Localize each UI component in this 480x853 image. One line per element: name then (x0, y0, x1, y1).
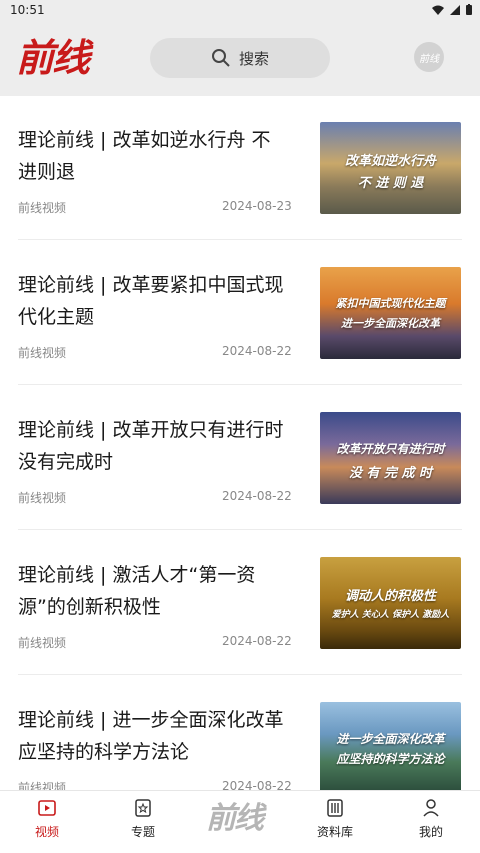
tab-video[interactable]: 视频 (7, 797, 87, 840)
article-source: 前线视频 (18, 346, 67, 360)
signal-icon (450, 4, 460, 15)
article-source: 前线视频 (18, 636, 67, 650)
list-item[interactable]: 理论前线 | 改革要紧扣中国式现代化主题 前线视频 2024-08-22 紧扣中… (0, 241, 480, 386)
search-icon (211, 49, 230, 67)
article-title: 理论前线 | 改革要紧扣中国式现代化主题 (18, 274, 284, 328)
user-icon (423, 799, 439, 817)
tab-library-label: 资料库 (316, 825, 353, 839)
tab-video-label: 视频 (34, 825, 59, 839)
divider (18, 239, 462, 240)
tab-mine[interactable]: 我的 (391, 797, 471, 840)
thumb-caption: 进一步全面深化改革 (336, 732, 445, 746)
article-thumbnail: 改革如逆水行舟 不 进 则 退 (320, 122, 461, 214)
article-title: 理论前线 | 改革如逆水行舟 不进则退 (18, 129, 271, 183)
article-title: 理论前线 | 激活人才“第一资源”的创新积极性 (18, 564, 256, 618)
bottom-tab-bar: 视频 专题 前线 资料库 我的 (0, 790, 480, 853)
search-label: 搜索 (238, 49, 269, 68)
center-logo[interactable]: 前线 (206, 797, 276, 841)
star-doc-icon (135, 799, 151, 817)
article-source: 前线视频 (18, 491, 67, 505)
thumb-caption: 调动人的积极性 (344, 589, 436, 604)
status-icons (432, 4, 472, 15)
article-title: 理论前线 | 改革开放只有进行时没有完成时 (18, 419, 284, 473)
app-header: 前线 搜索 前线 (0, 22, 480, 96)
divider (18, 384, 462, 385)
tab-library[interactable]: 资料库 (295, 797, 375, 840)
tab-topics[interactable]: 专题 (103, 797, 183, 840)
article-thumbnail: 调动人的积极性 爱护人 关心人 保护人 激励人 (320, 557, 461, 649)
article-thumbnail: 改革开放只有进行时 没 有 完 成 时 (320, 412, 461, 504)
thumb-subcaption: 应坚持的科学方法论 (336, 752, 445, 766)
article-title: 理论前线 | 进一步全面深化改革应坚持的科学方法论 (18, 709, 284, 763)
avatar[interactable]: 前线 (414, 42, 444, 72)
article-thumbnail: 紧扣中国式现代化主题 进一步全面深化改革 (320, 267, 461, 359)
divider (18, 674, 462, 675)
list-item[interactable]: 理论前线 | 改革如逆水行舟 不进则退 前线视频 2024-08-23 改革如逆… (0, 96, 480, 241)
thumb-subcaption: 进一步全面深化改革 (341, 317, 440, 330)
thumb-caption: 改革如逆水行舟 (344, 154, 436, 169)
article-date: 2024-08-22 (222, 344, 292, 358)
thumb-subcaption: 不 进 则 退 (357, 176, 424, 191)
video-icon (38, 800, 56, 816)
article-list: 理论前线 | 改革如逆水行舟 不进则退 前线视频 2024-08-23 改革如逆… (0, 96, 480, 790)
thumb-caption: 改革开放只有进行时 (336, 442, 445, 456)
status-bar: 10:51 (0, 0, 480, 22)
list-item[interactable]: 理论前线 | 进一步全面深化改革应坚持的科学方法论 前线视频 2024-08-2… (0, 676, 480, 790)
thumb-subcaption: 没 有 完 成 时 (348, 466, 433, 481)
list-item[interactable]: 理论前线 | 激活人才“第一资源”的创新积极性 前线视频 2024-08-22 … (0, 531, 480, 676)
thumb-subcaption: 爱护人 关心人 保护人 激励人 (331, 610, 450, 620)
divider (18, 529, 462, 530)
wifi-icon (432, 5, 444, 15)
article-source: 前线视频 (18, 201, 67, 215)
book-icon (327, 799, 343, 817)
list-item[interactable]: 理论前线 | 改革开放只有进行时没有完成时 前线视频 2024-08-22 改革… (0, 386, 480, 531)
tab-topics-label: 专题 (130, 825, 155, 839)
article-date: 2024-08-22 (222, 634, 292, 648)
article-date: 2024-08-22 (222, 779, 292, 790)
battery-icon (466, 4, 472, 15)
tab-mine-label: 我的 (418, 825, 443, 839)
thumb-caption: 紧扣中国式现代化主题 (335, 297, 446, 310)
article-thumbnail: 进一步全面深化改革 应坚持的科学方法论 (320, 702, 461, 790)
status-time: 10:51 (10, 3, 45, 17)
app-logo: 前线 (16, 35, 90, 80)
article-source: 前线视频 (18, 781, 67, 790)
article-date: 2024-08-22 (222, 489, 292, 503)
search-bar[interactable]: 搜索 (150, 38, 330, 78)
article-date: 2024-08-23 (222, 199, 292, 213)
